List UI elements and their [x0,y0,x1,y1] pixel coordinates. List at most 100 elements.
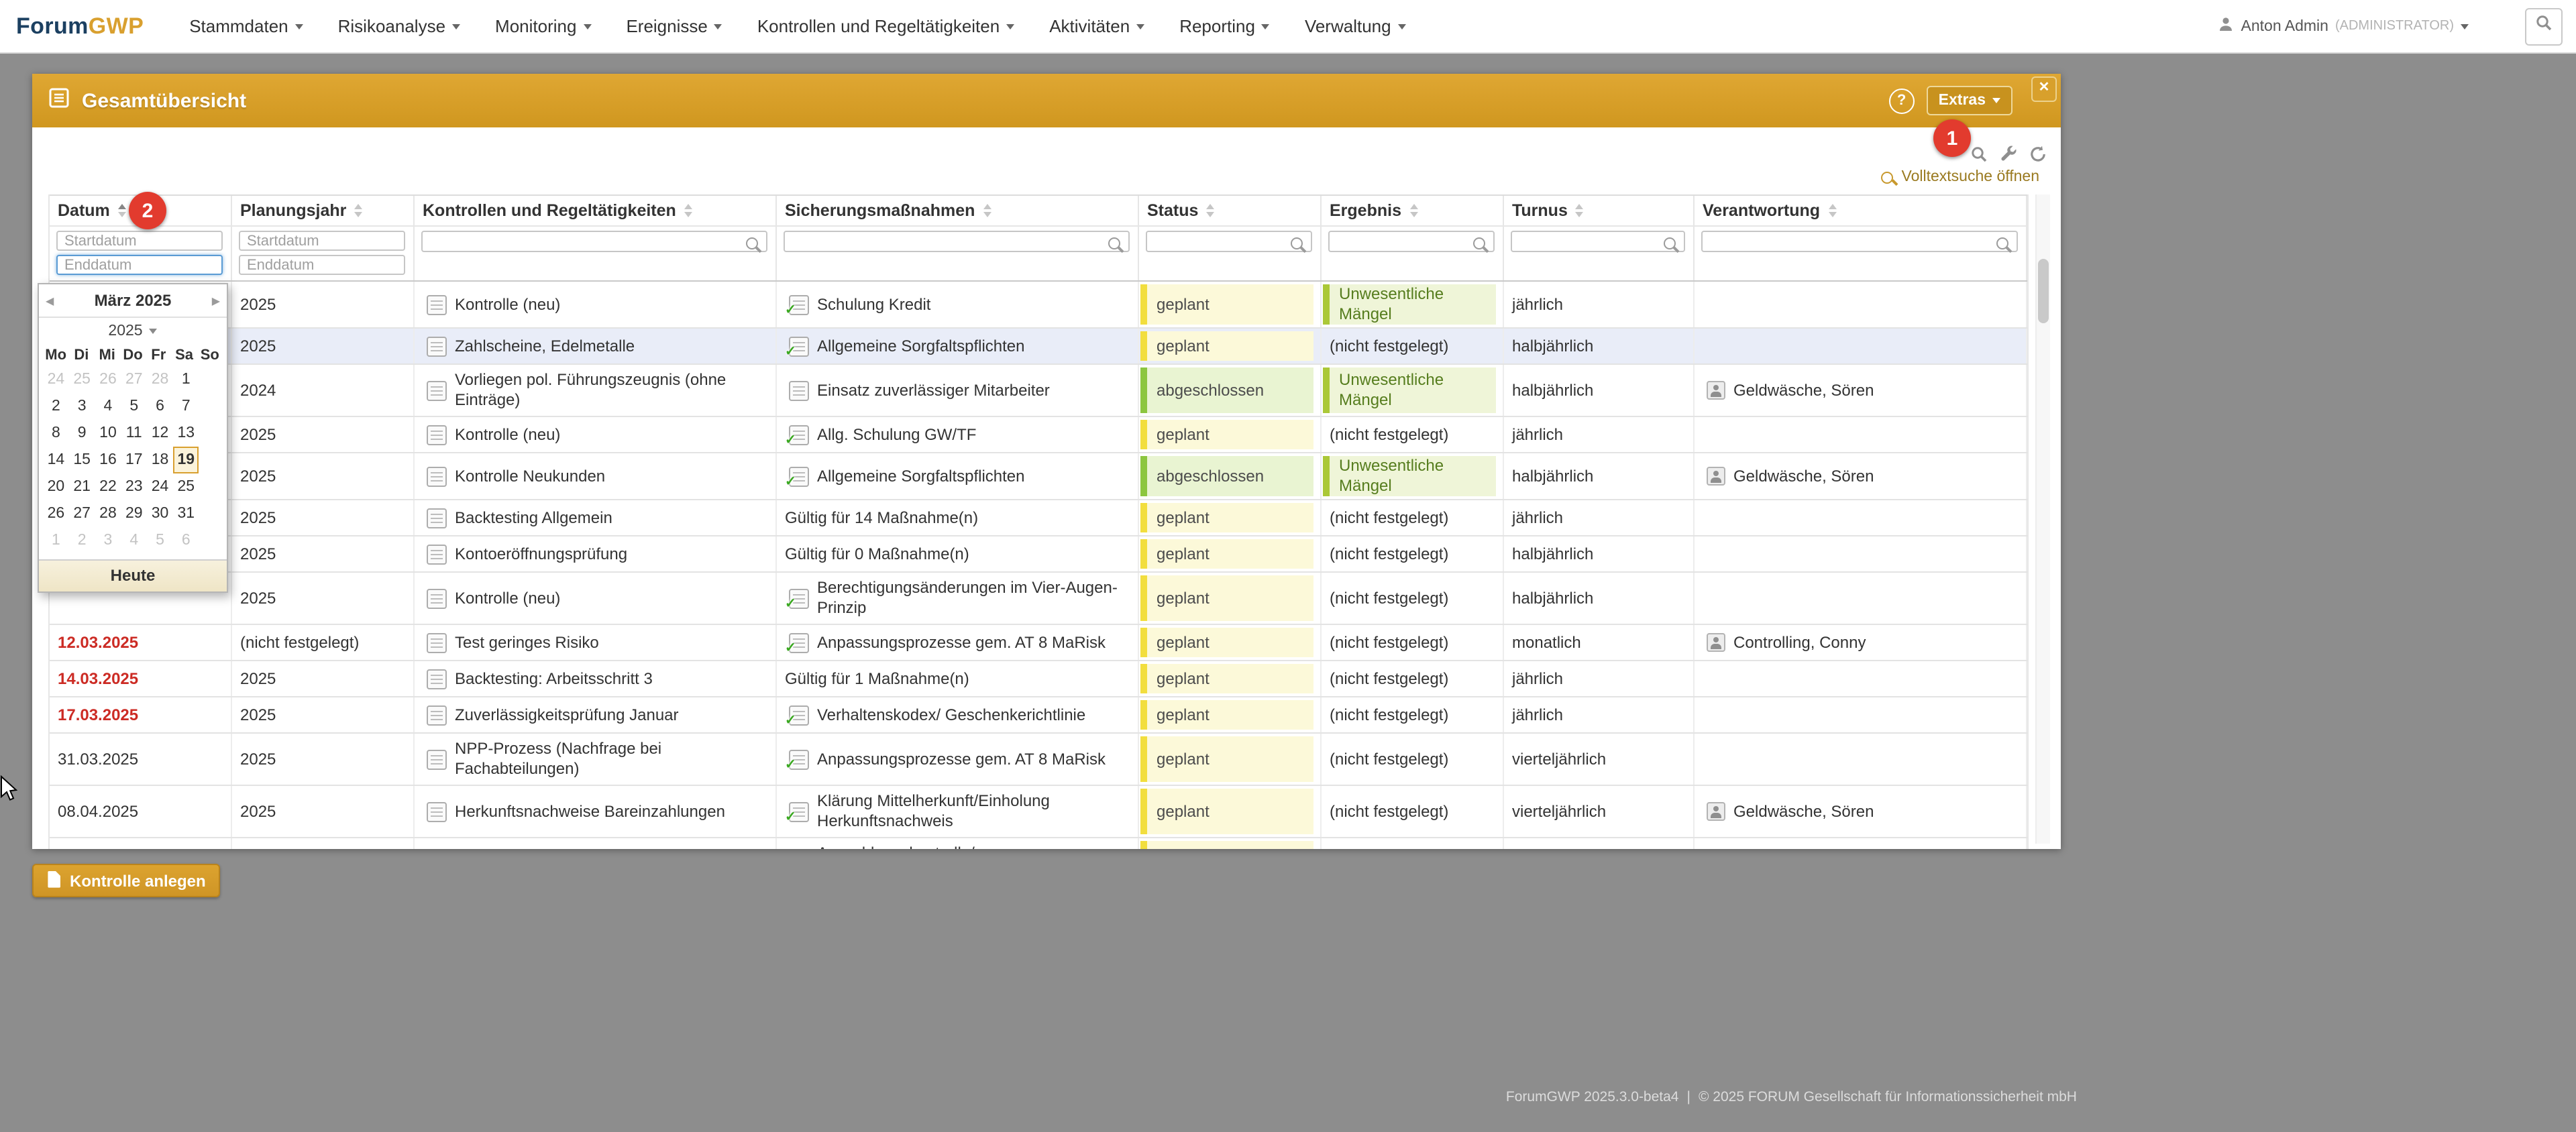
calendar-day[interactable]: 18 [147,447,173,473]
calendar-day[interactable]: 23 [121,473,147,500]
calendar-day[interactable]: 22 [95,473,121,500]
calendar-day[interactable]: 3 [69,393,95,420]
calendar-day[interactable]: 3 [95,527,121,554]
calendar-day[interactable]: 9 [69,420,95,447]
vertical-scrollbar[interactable] [2035,194,2050,844]
calendar-day[interactable]: 4 [95,393,121,420]
enddatum-input[interactable] [56,255,223,275]
calendar-day[interactable]: 13 [173,420,199,447]
table-row[interactable]: 2024Vorliegen pol. Führungszeugnis (ohne… [50,365,2027,417]
verantwortung-filter-input[interactable] [1701,231,2018,252]
calendar-day[interactable]: 28 [147,366,173,393]
calendar-day[interactable]: 24 [147,473,173,500]
calendar-day[interactable]: 4 [121,527,147,554]
wrench-settings-icon[interactable] [1999,145,2018,170]
global-search-button[interactable] [2525,7,2563,45]
fulltext-search-link[interactable]: Volltextsuche öffnen [1882,169,2039,185]
table-row[interactable]: 17.03.20252025Zuverlässigkeitsprüfung Ja… [50,697,2027,734]
status-filter-input[interactable] [1146,231,1312,252]
calendar-day[interactable]: 2 [43,393,69,420]
table-row[interactable]: 2025Kontrolle (neu)Allg. Schulung GW/TFg… [50,417,2027,453]
calendar-day[interactable]: 21 [69,473,95,500]
kontrolle-anlegen-button[interactable]: Kontrolle anlegen [32,864,221,897]
menu-aktivit-ten[interactable]: Aktivitäten [1049,16,1144,36]
measure-check-icon [789,294,809,315]
calendar-day[interactable]: 2 [69,527,95,554]
column-header-sicherungsma-nahmen[interactable]: Sicherungsmaßnahmen [777,196,1139,225]
calendar-day[interactable]: 26 [95,366,121,393]
calendar-day[interactable]: 1 [173,366,199,393]
calendar-year-select[interactable]: 2025 [39,318,227,343]
table-row[interactable]: 2025Backtesting AllgemeinGültig für 14 M… [50,500,2027,536]
planungsjahr-start-input[interactable] [239,231,405,251]
menu-reporting[interactable]: Reporting [1179,16,1270,36]
calendar-day[interactable]: 30 [147,500,173,527]
calendar-day[interactable]: 25 [69,366,95,393]
extras-button[interactable]: Extras [1927,86,2012,115]
menu-kontrollen-und-regelt-tigkeiten[interactable]: Kontrollen und Regeltätigkeiten [757,16,1014,36]
calendar-day[interactable]: 25 [173,473,199,500]
calendar-day[interactable]: 5 [147,527,173,554]
calendar-day[interactable]: 27 [121,366,147,393]
table-row[interactable]: 2025Zahlscheine, EdelmetalleAllgemeine S… [50,329,2027,365]
today-button[interactable]: Heute [39,559,227,591]
calendar-day[interactable]: 8 [43,420,69,447]
calendar-day[interactable]: 26 [43,500,69,527]
calendar-day[interactable]: 6 [147,393,173,420]
menu-verwaltung[interactable]: Verwaltung [1305,16,1406,36]
grid-search-icon[interactable] [1970,145,1988,170]
column-header-turnus[interactable]: Turnus [1504,196,1695,225]
calendar-day[interactable]: 28 [95,500,121,527]
kontrollen-filter-input[interactable] [421,231,767,252]
calendar-day[interactable]: 31 [173,500,199,527]
table-row[interactable]: 2025Kontrolle (neu)Schulung Kreditgeplan… [50,282,2027,329]
calendar-next-icon[interactable]: ▶ [212,294,220,306]
calendar-day-today[interactable]: 19 [173,447,199,473]
table-row[interactable]: 2025Kontrolle NeukundenAllgemeine Sorgfa… [50,453,2027,500]
column-header-kontrollen-und-regelt-tigkeiten[interactable]: Kontrollen und Regeltätigkeiten [415,196,777,225]
calendar-day[interactable]: 11 [121,420,147,447]
calendar-day[interactable]: 29 [121,500,147,527]
close-window-button[interactable]: ✕ [2031,76,2057,102]
calendar-day[interactable]: 24 [43,366,69,393]
table-row[interactable]: 12.03.2025(nicht festgelegt)Test geringe… [50,625,2027,661]
calendar-day[interactable]: 12 [147,420,173,447]
calendar-day[interactable]: 16 [95,447,121,473]
scrollbar-thumb[interactable] [2038,259,2049,323]
calendar-day[interactable]: 17 [121,447,147,473]
menu-ereignisse[interactable]: Ereignisse [626,16,722,36]
column-header-status[interactable]: Status [1139,196,1322,225]
table-row[interactable]: 08.04.20252025Herkunftsnachweise Bareinz… [50,786,2027,838]
column-header-ergebnis[interactable]: Ergebnis [1322,196,1504,225]
menu-stammdaten[interactable]: Stammdaten [189,16,303,36]
table-row[interactable]: 02.06.20252025Kontrolle (neu)Auszahlungs… [50,838,2027,849]
ergebnis-filter-input[interactable] [1328,231,1495,252]
menu-monitoring[interactable]: Monitoring [495,16,591,36]
calendar-day[interactable]: 5 [121,393,147,420]
table-row[interactable]: 31.03.20252025NPP-Prozess (Nachfrage bei… [50,734,2027,786]
column-header-planungsjahr[interactable]: Planungsjahr [232,196,415,225]
calendar-day[interactable]: 15 [69,447,95,473]
app-logo[interactable]: ForumGWP [16,13,144,40]
user-menu[interactable]: Anton Admin (ADMINISTRATOR) [2218,14,2469,38]
calendar-day[interactable]: 10 [95,420,121,447]
help-button[interactable]: ? [1889,88,1915,113]
calendar-day[interactable]: 1 [43,527,69,554]
calendar-day[interactable]: 27 [69,500,95,527]
calendar-day[interactable]: 14 [43,447,69,473]
table-row[interactable]: 14.03.20252025Backtesting: Arbeitsschrit… [50,661,2027,697]
table-row[interactable]: 2025Kontrolle (neu)Berechtigungsänderung… [50,573,2027,625]
refresh-icon[interactable] [2029,145,2047,170]
turnus-filter-input[interactable] [1511,231,1685,252]
column-header-verantwortung[interactable]: Verantwortung [1695,196,2027,225]
planungsjahr-end-input[interactable] [239,255,405,275]
sicherungsmassnahmen-filter-input[interactable] [784,231,1130,252]
calendar-day[interactable]: 7 [173,393,199,420]
table-row[interactable]: 2025KontoeröffnungsprüfungGültig für 0 M… [50,536,2027,573]
menu-risikoanalyse[interactable]: Risikoanalyse [338,16,460,36]
search-icon [1291,237,1303,249]
calendar-day[interactable]: 20 [43,473,69,500]
calendar-day[interactable]: 6 [173,527,199,554]
startdatum-input[interactable] [56,231,223,251]
calendar-prev-icon[interactable]: ◀ [46,294,54,306]
